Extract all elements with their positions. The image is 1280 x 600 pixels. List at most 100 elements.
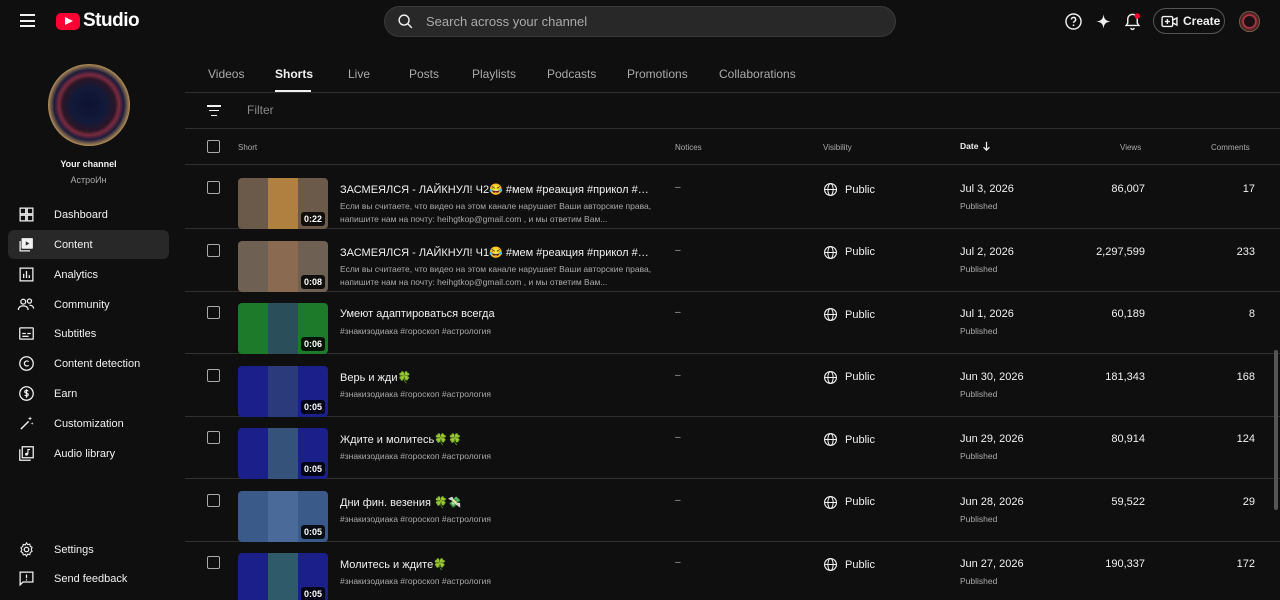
sidebar-item-customization[interactable]: Customization: [8, 409, 169, 438]
video-duration: 0:05: [300, 524, 325, 539]
filter-icon[interactable]: [207, 105, 221, 116]
video-description: #знакизодиака #гороскоп #астрология: [340, 576, 491, 586]
table-row[interactable]: 0:05 Дни фин. везения 🍀💸 #знакизодиака #…: [185, 479, 1280, 542]
gear-icon: [17, 541, 35, 559]
sidebar-item-settings[interactable]: Settings: [8, 535, 169, 564]
video-status: Published: [960, 201, 998, 211]
video-comments: 29: [1242, 495, 1255, 508]
column-date[interactable]: Date: [960, 141, 991, 151]
sidebar-item-content[interactable]: Content: [8, 230, 169, 259]
thumbnail-image: [268, 490, 298, 542]
visibility-cell[interactable]: Public: [823, 557, 875, 572]
row-checkbox[interactable]: [207, 243, 220, 257]
video-title[interactable]: Ждите и молитесь🍀🍀: [340, 433, 652, 446]
sidebar-item-content-detection[interactable]: Content detection: [8, 349, 169, 378]
table-row[interactable]: 0:05 Верь и жди🍀 #знакизодиака #гороскоп…: [185, 354, 1280, 417]
notifications-icon[interactable]: [1122, 11, 1142, 31]
sidebar-item-label: Community: [54, 298, 110, 311]
content-tabs: Videos Shorts Live Posts Playlists Podca…: [185, 42, 1280, 93]
sidebar-item-subtitles[interactable]: Subtitles: [8, 319, 169, 348]
visibility-label: Public: [845, 558, 875, 571]
video-thumbnail[interactable]: 0:22: [238, 178, 328, 229]
table-row[interactable]: 0:06 Умеют адаптироваться всегда #знакиз…: [185, 291, 1280, 354]
sidebar-item-community[interactable]: Community: [8, 290, 169, 319]
visibility-cell[interactable]: Public: [823, 307, 875, 322]
channel-title: Your channel: [60, 159, 117, 169]
row-checkbox[interactable]: [207, 556, 220, 569]
sidebar-item-label: Settings: [54, 543, 94, 556]
video-thumbnail[interactable]: 0:05: [238, 365, 328, 417]
column-comments: Comments: [1211, 143, 1250, 152]
video-title[interactable]: Дни фин. везения 🍀💸: [340, 496, 652, 509]
menu-icon[interactable]: [20, 14, 35, 27]
tab-videos[interactable]: Videos: [208, 67, 244, 81]
visibility-cell[interactable]: Public: [823, 432, 875, 447]
visibility-cell[interactable]: Public: [823, 182, 875, 197]
account-avatar[interactable]: [1239, 11, 1260, 32]
table-row[interactable]: 0:05 Молитесь и ждите🍀 #знакизодиака #го…: [185, 541, 1280, 600]
video-title[interactable]: ЗАСМЕЯЛСЯ - ЛАЙКНУЛ! Ч1😂 #мем #реакция #…: [340, 246, 652, 259]
video-duration: 0:05: [300, 462, 325, 476]
help-icon[interactable]: [1063, 11, 1083, 31]
globe-icon: [824, 308, 837, 321]
row-checkbox[interactable]: [207, 306, 220, 319]
create-label: Create: [1183, 14, 1221, 28]
visibility-cell[interactable]: Public: [823, 495, 875, 510]
table-row[interactable]: 0:05 Ждите и молитесь🍀🍀 #знакизодиака #г…: [185, 416, 1280, 479]
video-duration: 0:05: [300, 399, 325, 414]
tab-posts[interactable]: Posts: [409, 67, 439, 81]
sidebar-item-send-feedback[interactable]: Send feedback: [8, 564, 169, 593]
tab-shorts[interactable]: Shorts: [275, 67, 313, 81]
sparkle-icon[interactable]: [1093, 11, 1113, 31]
channel-avatar[interactable]: [48, 64, 130, 146]
thumbnail-image: [268, 303, 298, 354]
video-thumbnail[interactable]: 0:08: [238, 240, 328, 292]
scrollbar[interactable]: [1274, 350, 1278, 510]
table-row[interactable]: 0:22 ЗАСМЕЯЛСЯ - ЛАЙКНУЛ! Ч2😂 #мем #реак…: [185, 166, 1280, 229]
video-date: Jun 30, 2026: [960, 370, 1024, 383]
video-notices: –: [675, 557, 681, 568]
video-thumbnail[interactable]: 0:05: [238, 553, 328, 600]
sidebar-item-dashboard[interactable]: Dashboard: [8, 200, 169, 229]
video-title[interactable]: Молитесь и ждите🍀: [340, 558, 652, 571]
table-row[interactable]: 0:08 ЗАСМЕЯЛСЯ - ЛАЙКНУЛ! Ч1😂 #мем #реак…: [185, 229, 1280, 292]
video-thumbnail[interactable]: 0:06: [238, 303, 328, 354]
row-checkbox[interactable]: [207, 493, 220, 507]
copyright-icon: [17, 355, 35, 373]
magic-wand-icon: [17, 415, 35, 433]
video-duration: 0:05: [300, 587, 325, 600]
row-checkbox[interactable]: [207, 431, 220, 444]
filter-input[interactable]: [247, 103, 547, 117]
tab-collaborations[interactable]: Collaborations: [719, 67, 796, 81]
row-checkbox[interactable]: [207, 181, 220, 194]
video-title[interactable]: ЗАСМЕЯЛСЯ - ЛАЙКНУЛ! Ч2😂 #мем #реакция #…: [340, 183, 652, 196]
row-checkbox[interactable]: [207, 368, 220, 382]
video-title[interactable]: Умеют адаптироваться всегда: [340, 308, 652, 320]
search-input[interactable]: [426, 14, 866, 29]
create-button[interactable]: Create: [1153, 8, 1225, 34]
video-comments: 168: [1236, 370, 1255, 383]
sidebar-item-audio-library[interactable]: Audio library: [8, 439, 169, 468]
tab-podcasts[interactable]: Podcasts: [547, 67, 596, 81]
visibility-cell[interactable]: Public: [823, 370, 875, 385]
sidebar-item-earn[interactable]: Earn: [8, 379, 169, 408]
column-notices: Notices: [675, 143, 702, 152]
feedback-icon: [17, 570, 35, 588]
sidebar-item-analytics[interactable]: Analytics: [8, 260, 169, 289]
video-date: Jul 1, 2026: [960, 308, 1014, 320]
thumbnail-image: [268, 428, 298, 479]
video-duration: 0:08: [300, 274, 325, 289]
tab-promotions[interactable]: Promotions: [627, 67, 688, 81]
search-bar[interactable]: [384, 6, 896, 37]
video-title[interactable]: Верь и жди🍀: [340, 371, 652, 384]
visibility-cell[interactable]: Public: [823, 245, 875, 260]
tab-playlists[interactable]: Playlists: [472, 67, 516, 81]
select-all-checkbox[interactable]: [207, 140, 220, 153]
video-views: 60,189: [1111, 308, 1145, 320]
studio-logo[interactable]: Studio: [56, 10, 140, 32]
video-thumbnail[interactable]: 0:05: [238, 428, 328, 479]
video-thumbnail[interactable]: 0:05: [238, 490, 328, 542]
video-views: 181,343: [1105, 370, 1145, 383]
video-notices: –: [675, 494, 681, 506]
tab-live[interactable]: Live: [348, 67, 370, 81]
